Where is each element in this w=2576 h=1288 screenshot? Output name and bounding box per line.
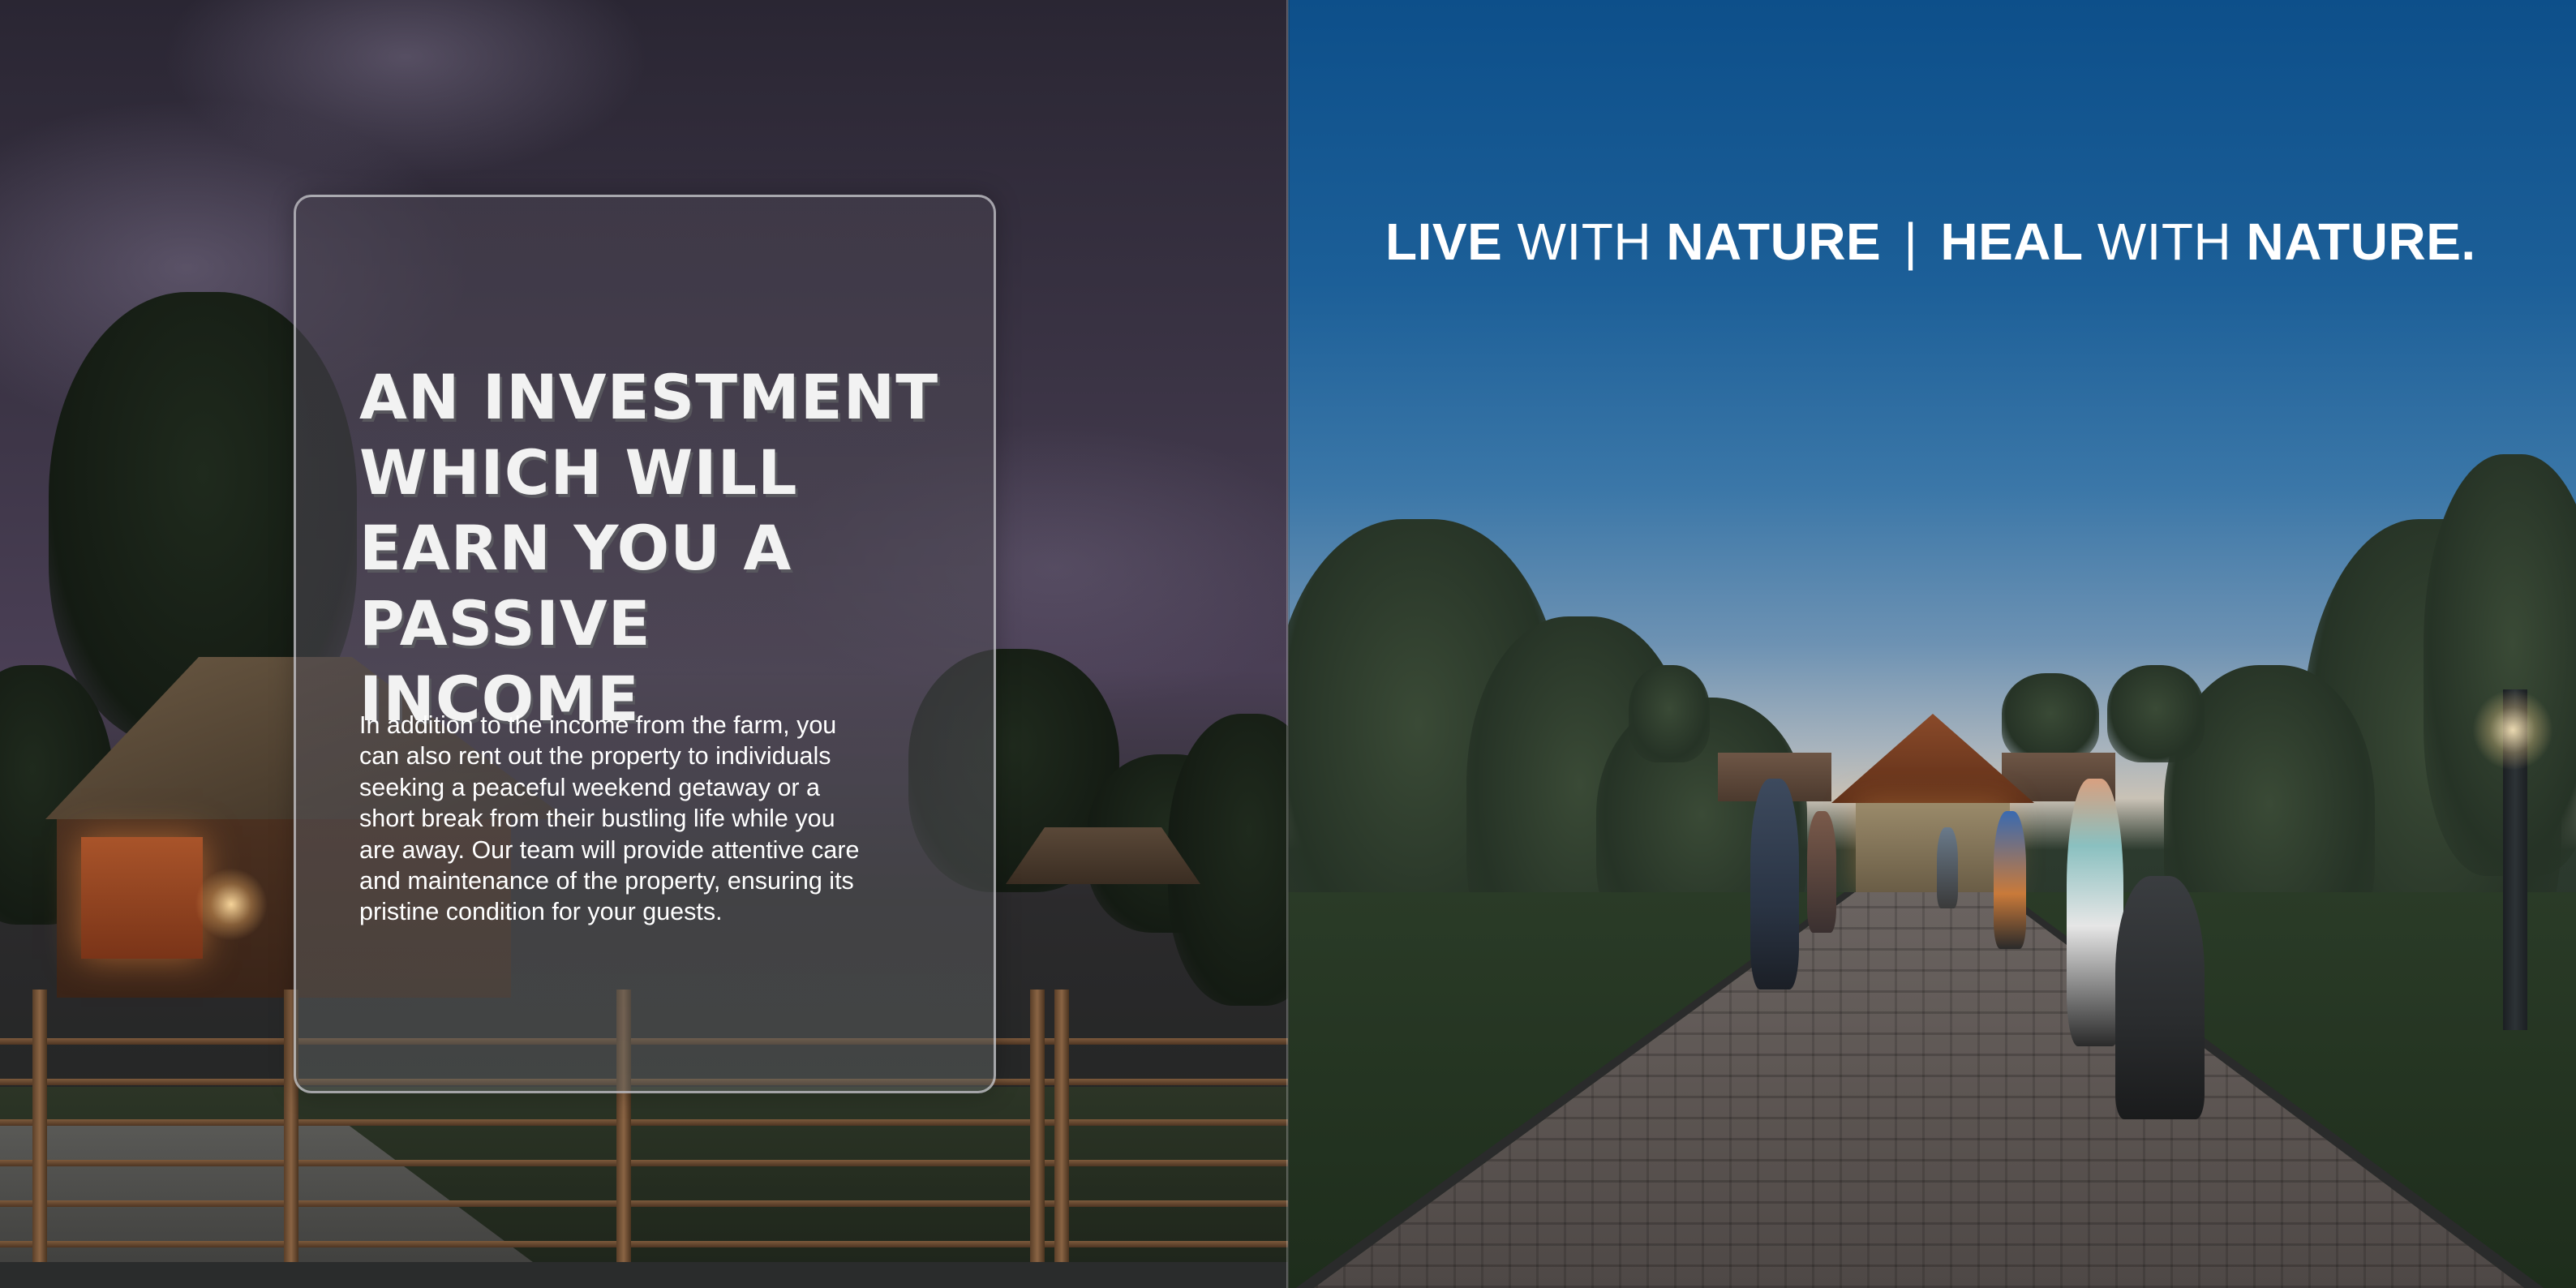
fence-post	[1054, 990, 1069, 1265]
fence-rail	[0, 1200, 1288, 1207]
pavilion-roof	[1831, 714, 2034, 803]
fence-rail	[0, 1119, 1288, 1126]
fence-rail	[0, 1160, 1288, 1166]
brochure-spread: AN INVESTMENT WHICH WILL EARN YOU A PASS…	[0, 0, 2576, 1288]
pavilion-body	[1856, 803, 2010, 892]
tree	[2107, 665, 2205, 762]
tagline-word: NATURE	[1666, 213, 1882, 271]
left-page-night-scene: AN INVESTMENT WHICH WILL EARN YOU A PASS…	[0, 0, 1288, 1288]
body-line: can also rent out the property to indivi…	[359, 742, 831, 771]
fence-post	[1030, 990, 1045, 1265]
tree	[1629, 665, 1710, 762]
tagline-word: WITH	[2097, 213, 2232, 271]
headline-line: EARN YOU A	[359, 512, 792, 584]
headline-line: AN INVESTMENT	[359, 361, 939, 433]
body-line: are away. Our team will provide attentiv…	[359, 835, 860, 864]
jogger	[1994, 811, 2026, 949]
investment-card: AN INVESTMENT WHICH WILL EARN YOU A PASS…	[294, 195, 996, 1093]
tagline-word: NATURE.	[2246, 213, 2476, 271]
tagline-separator: |	[1904, 213, 1918, 271]
cyclist	[1750, 779, 1799, 990]
tagline-word: WITH	[1517, 213, 1652, 271]
body-line: seeking a peaceful weekend getaway or a	[359, 773, 821, 801]
lantern-glow	[195, 868, 268, 941]
stroller	[2115, 876, 2205, 1119]
tree	[2424, 454, 2576, 876]
tagline: LIVE WITH NATURE | HEAL WITH NATURE.	[1385, 213, 2476, 271]
tagline-word: HEAL	[1940, 213, 2083, 271]
headline-line: WHICH WILL	[359, 436, 798, 509]
lamp-glow	[2472, 689, 2553, 771]
right-page-dusk-scene: LIVE WITH NATURE | HEAL WITH NATURE.	[1288, 0, 2576, 1288]
body-line: short break from their bustling life whi…	[359, 805, 835, 833]
page-fold	[1286, 0, 1290, 1288]
person-walking	[1937, 827, 1958, 908]
fence-post	[32, 990, 47, 1265]
body-line: and maintenance of the property, ensurin…	[359, 867, 854, 895]
tree	[1168, 714, 1288, 1006]
investment-headline: AN INVESTMENT WHICH WILL EARN YOU A PASS…	[359, 359, 943, 736]
fence-rail	[0, 1241, 1288, 1247]
lit-window	[81, 837, 203, 959]
tagline-word: LIVE	[1385, 213, 1503, 271]
person-walking	[1807, 811, 1836, 933]
body-line: In addition to the income from the farm,…	[359, 711, 837, 739]
footer-strip	[0, 1262, 1288, 1288]
body-line: pristine condition for your guests.	[359, 898, 723, 926]
investment-description: In addition to the income from the farm,…	[359, 710, 919, 928]
